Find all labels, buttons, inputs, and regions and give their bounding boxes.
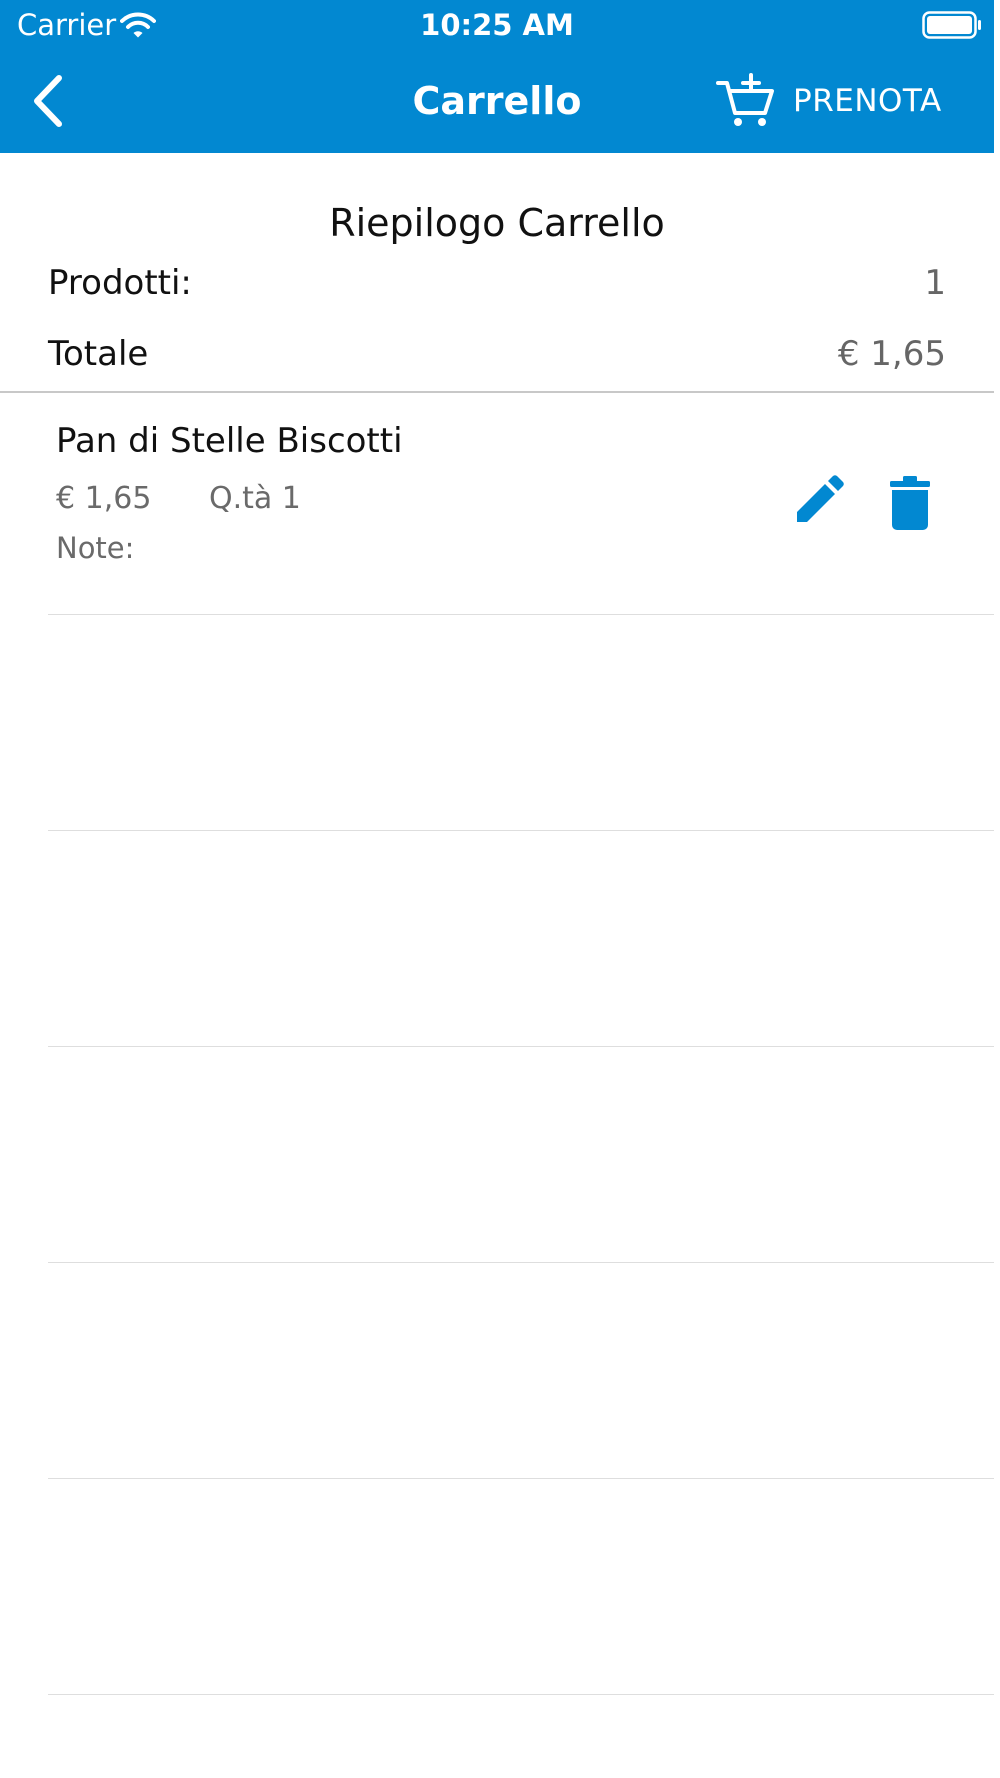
list-separator xyxy=(48,1262,994,1263)
status-bar: Carrier 10:25 AM xyxy=(0,0,994,50)
book-button-label: PRENOTA xyxy=(793,83,942,119)
nav-bar: Carrello PRENOTA xyxy=(0,50,994,153)
cart-summary: Riepilogo Carrello Prodotti: 1 Totale € … xyxy=(0,153,994,393)
total-value: € 1,65 xyxy=(837,334,946,374)
item-price: € 1,65 xyxy=(56,481,152,516)
item-meta: € 1,65 Q.tà 1 xyxy=(56,481,301,516)
battery-icon xyxy=(922,11,981,39)
item-name: Pan di Stelle Biscotti xyxy=(56,421,403,461)
cart-add-icon xyxy=(716,73,774,126)
chevron-left-icon xyxy=(34,75,62,127)
cart-item[interactable]: Pan di Stelle Biscotti € 1,65 Q.tà 1 Not… xyxy=(0,393,994,614)
total-label: Totale xyxy=(48,334,149,374)
back-button[interactable] xyxy=(20,70,76,132)
trash-icon xyxy=(890,476,930,530)
top-bar: Carrier 10:25 AM Carrello PRENOTA xyxy=(0,0,994,153)
list-separator xyxy=(48,1694,994,1695)
products-count-row: Prodotti: 1 xyxy=(48,258,946,308)
list-separator xyxy=(48,1046,994,1047)
list-separator xyxy=(48,830,994,831)
status-time: 10:25 AM xyxy=(420,8,574,42)
products-label: Prodotti: xyxy=(48,263,192,303)
list-separator xyxy=(48,1478,994,1479)
delete-item-button[interactable] xyxy=(880,469,940,537)
products-count: 1 xyxy=(924,263,946,303)
edit-item-button[interactable] xyxy=(790,469,850,529)
book-button[interactable]: PRENOTA xyxy=(715,68,942,134)
pencil-icon xyxy=(797,475,844,522)
summary-title: Riepilogo Carrello xyxy=(329,201,665,245)
item-notes: Note: xyxy=(56,531,135,565)
item-quantity: Q.tà 1 xyxy=(208,481,301,516)
app-screen: Carrier 10:25 AM Carrello PRENOTA Riepil… xyxy=(0,0,994,1778)
total-row: Totale € 1,65 xyxy=(48,329,946,379)
list-separator xyxy=(48,614,994,615)
